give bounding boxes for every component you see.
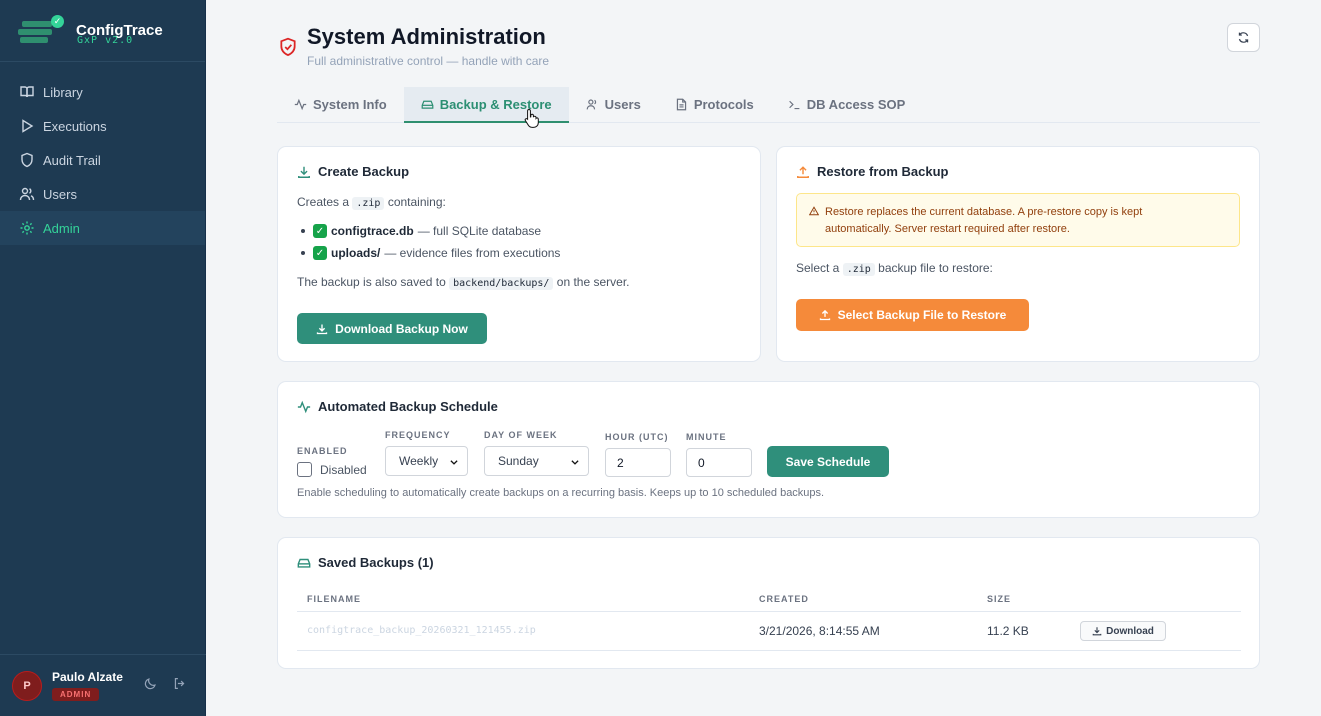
drive-icon [297,556,311,570]
backup-schedule-card: Automated Backup Schedule ENABLED Disabl… [277,381,1260,518]
avatar: P [12,670,42,701]
user-name: Paulo Alzate [52,669,123,684]
tab-label: Protocols [693,96,754,112]
restore-warning: Restore replaces the current database. A… [796,193,1240,247]
download-icon [316,323,328,335]
tab-db-access-sop[interactable]: DB Access SOP [771,87,923,121]
sidebar-item-label: Admin [43,220,80,236]
activity-icon [297,400,311,414]
column-header-filename: FILENAME [307,594,361,604]
select-backup-file-button[interactable]: Select Backup File to Restore [796,299,1029,331]
backup-location-note: The backup is also saved to backend/back… [297,275,630,290]
chevron-down-icon [570,456,580,470]
frequency-label: FREQUENCY [385,430,451,440]
list-item: ✓ uploads/— evidence files from executio… [301,246,560,260]
download-icon [297,165,311,179]
role-badge: ADMIN [52,687,100,701]
hour-input[interactable]: 2 [605,448,671,477]
book-icon [19,84,35,100]
day-of-week-select[interactable]: Sunday [484,446,589,476]
shield-icon [19,152,35,168]
minute-label: MINUTE [686,432,727,442]
download-backup-row-button[interactable]: Download [1080,621,1166,641]
sidebar-item-label: Users [43,186,77,202]
enabled-label: ENABLED [297,446,348,456]
sidebar-item-executions[interactable]: Executions [0,109,205,143]
check-icon: ✓ [313,246,327,260]
tab-backup-restore[interactable]: Backup & Restore [403,87,569,123]
chevron-down-icon [449,456,459,470]
sidebar-item-library[interactable]: Library [0,75,205,109]
page-title: System Administration [307,24,546,49]
sidebar-item-users[interactable]: Users [0,177,205,211]
restore-backup-card: Restore from Backup Restore replaces the… [776,146,1260,362]
backup-created: 3/21/2026, 8:14:55 AM [759,624,880,638]
enabled-checkbox[interactable] [297,462,312,477]
schedule-help-text: Enable scheduling to automatically creat… [297,487,825,499]
download-icon [1092,626,1102,636]
enabled-state-text: Disabled [320,463,367,477]
table-divider [297,611,1241,612]
tab-label: DB Access SOP [806,96,906,112]
tab-system-info[interactable]: System Info [277,87,404,121]
upload-icon [819,309,831,321]
play-icon [19,118,35,134]
check-icon: ✓ [313,224,327,238]
brand: ✓ ConfigTrace [0,0,205,62]
activity-icon [294,98,307,111]
create-backup-intro: Creates a .zip containing: [297,195,446,210]
users-icon [586,98,599,111]
terminal-icon [788,98,801,111]
shield-alert-icon [279,37,297,62]
document-icon [675,98,688,111]
logout-icon[interactable] [173,677,186,695]
day-of-week-label: DAY OF WEEK [484,430,558,440]
users-icon [19,186,35,202]
user-panel: P Paulo Alzate ADMIN [0,654,206,716]
drive-icon [421,98,434,111]
create-backup-card: Create Backup Creates a .zip containing:… [277,146,761,362]
refresh-icon [1237,31,1250,44]
saved-backups-title: Saved Backups (1) [297,555,434,570]
refresh-button[interactable] [1227,23,1260,52]
sidebar-item-label: Executions [43,118,107,134]
mouse-cursor-icon [524,108,540,133]
gear-icon [19,220,35,236]
backup-size: 11.2 KB [987,624,1029,638]
frequency-select[interactable]: Weekly [385,446,468,476]
backup-filename: configtrace_backup_20260321_121455.zip [307,625,536,636]
schedule-title: Automated Backup Schedule [297,399,498,414]
upload-icon [796,165,810,179]
sidebar-item-audit-trail[interactable]: Audit Trail [0,143,205,177]
minute-input[interactable]: 0 [686,448,752,477]
table-divider [297,650,1241,651]
tab-label: System Info [313,96,387,112]
tab-label: Users [604,96,641,112]
sidebar-item-admin[interactable]: Admin [0,211,205,245]
tab-protocols[interactable]: Protocols [658,87,771,121]
hour-label: HOUR (UTC) [605,432,669,442]
sidebar-nav: Library Executions Audit Trail Users Adm… [0,75,205,245]
list-item: ✓ configtrace.db — full SQLite database [301,224,541,238]
column-header-size: SIZE [987,594,1012,604]
tab-users[interactable]: Users [569,87,658,121]
restore-instruction: Select a .zip backup file to restore: [796,261,993,276]
theme-toggle-moon-icon[interactable] [144,677,157,695]
create-backup-title: Create Backup [297,164,409,179]
sidebar-item-label: Audit Trail [43,152,101,168]
page-subtitle: Full administrative control — handle wit… [307,54,550,68]
restore-title: Restore from Backup [796,164,948,179]
admin-tabs: System Info Backup & Restore Users Proto… [277,87,1260,123]
saved-backups-card: Saved Backups (1) FILENAME CREATED SIZE … [277,537,1260,669]
download-backup-button[interactable]: Download Backup Now [297,313,487,344]
warning-icon [808,205,820,222]
save-schedule-button[interactable]: Save Schedule [767,446,889,477]
sidebar-item-label: Library [43,84,83,100]
column-header-created: CREATED [759,594,809,604]
brand-version: GxP v2.0 [77,35,134,46]
sidebar: ✓ ConfigTrace GxP v2.0 Library Execution… [0,0,206,716]
